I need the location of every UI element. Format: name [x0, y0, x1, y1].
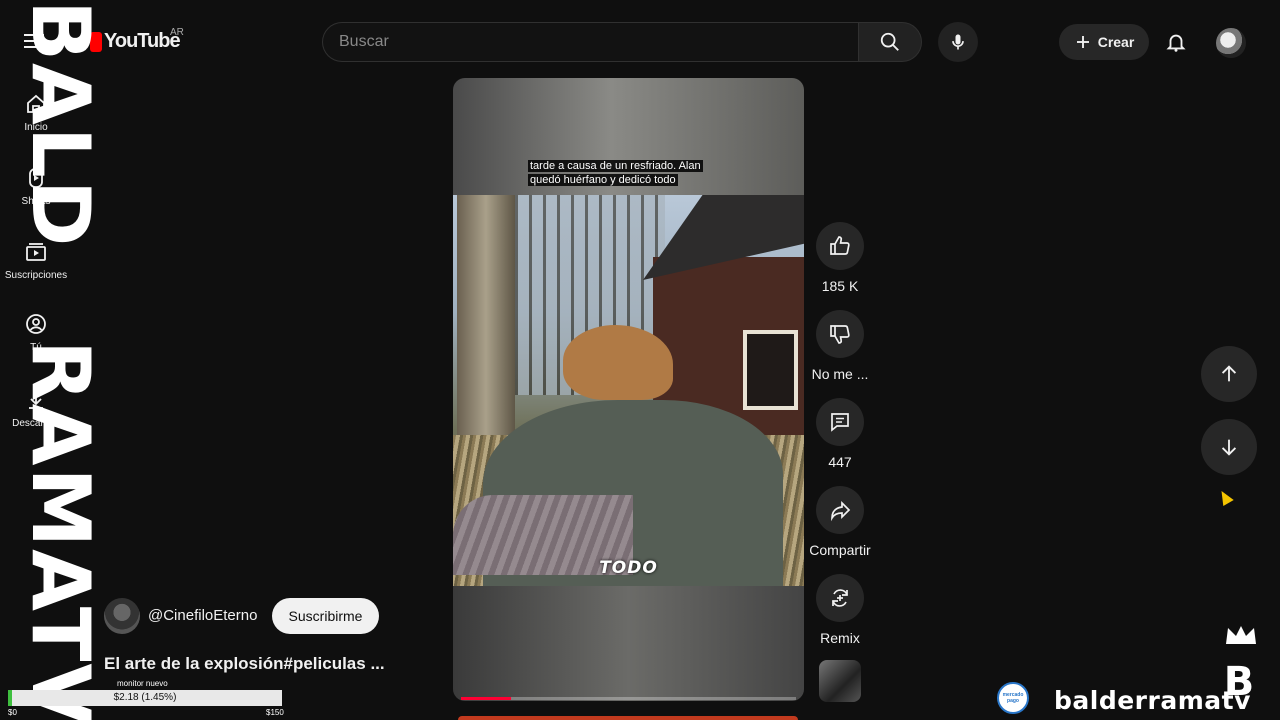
subscribe-button[interactable]: Suscribirme	[272, 598, 379, 634]
comment-count: 447	[828, 454, 852, 470]
mercado-pago-icon: mercado pago	[997, 682, 1029, 714]
search-input[interactable]	[322, 22, 858, 62]
remix-action[interactable]: Remix	[808, 574, 872, 646]
create-button[interactable]: Crear	[1059, 24, 1149, 60]
top-bar: YouTube AR Crear	[0, 0, 1280, 84]
share-button[interactable]	[816, 486, 864, 534]
short-video-player[interactable]: tarde a causa de un resfriado. Alan qued…	[453, 78, 804, 701]
dislike-action[interactable]: No me ...	[808, 310, 872, 382]
donation-max: $150	[266, 708, 284, 717]
like-count: 185 K	[821, 278, 859, 294]
share-action[interactable]: Compartir	[808, 486, 872, 558]
thumbs-up-icon	[830, 236, 850, 255]
dislike-button[interactable]	[816, 310, 864, 358]
remix-button[interactable]	[816, 574, 864, 622]
streamer-watermark-top: BALD	[14, 0, 107, 249]
arrow-down-icon	[1221, 439, 1237, 456]
share-arrow-icon	[831, 500, 851, 522]
share-label: Compartir	[809, 542, 871, 558]
bell-icon	[1166, 34, 1186, 52]
region-code: AR	[170, 27, 184, 38]
channel-handle[interactable]: @CinefiloEterno	[148, 607, 257, 624]
like-action[interactable]: 185 K	[808, 222, 872, 294]
logo-text: YouTube	[104, 30, 181, 52]
thumbs-down-icon	[830, 325, 850, 344]
streamer-watermark-bottom: RAMATV	[14, 340, 107, 720]
video-title[interactable]: El arte de la explosión#peliculas ...	[104, 654, 385, 674]
remix-label: Remix	[820, 630, 860, 646]
search-button[interactable]	[858, 22, 922, 62]
donation-goal-label: monitor nuevo	[117, 679, 168, 688]
comments-button[interactable]	[816, 398, 864, 446]
next-video-button[interactable]	[1201, 419, 1257, 475]
sidebar-item-label: Suscripciones	[4, 270, 68, 281]
search-bar	[322, 22, 922, 62]
video-frame	[453, 195, 804, 586]
donation-min: $0	[8, 708, 17, 717]
search-icon	[880, 32, 899, 51]
video-caption-top: tarde a causa de un resfriado. Alan qued…	[528, 159, 718, 187]
next-video-preview[interactable]	[458, 716, 798, 720]
comment-icon	[831, 413, 849, 432]
account-avatar[interactable]	[1216, 28, 1246, 58]
video-progress-fill	[461, 697, 512, 700]
video-progress-bar[interactable]	[461, 697, 796, 700]
arrow-up-icon	[1221, 365, 1237, 382]
mouse-cursor-icon	[1216, 487, 1234, 507]
caption-line-2: quedó huérfano y dedicó todo	[528, 174, 678, 186]
caption-line-1: tarde a causa de un resfriado. Alan	[528, 160, 703, 172]
microphone-icon	[952, 34, 964, 50]
previous-video-button[interactable]	[1201, 346, 1257, 402]
donation-amount: $2.18 (1.45%)	[113, 692, 177, 703]
video-caption-word: TODO	[599, 558, 658, 578]
user-circle-icon	[26, 314, 46, 334]
like-button[interactable]	[816, 222, 864, 270]
plus-icon	[1076, 36, 1089, 48]
channel-avatar[interactable]	[104, 598, 140, 634]
voice-search-button[interactable]	[938, 22, 978, 62]
house-window	[743, 330, 798, 410]
audio-thumbnail[interactable]	[819, 660, 861, 702]
youtube-shorts-page: YouTube AR Crear Inicio Shorts Suscripc	[0, 0, 1280, 720]
comments-action[interactable]: 447	[808, 398, 872, 470]
remix-icon	[832, 589, 848, 607]
create-label: Crear	[1097, 34, 1135, 50]
crown-icon	[1226, 626, 1256, 644]
notifications-button[interactable]	[1162, 28, 1190, 56]
man-cap	[563, 325, 673, 400]
dislike-label: No me ...	[811, 366, 869, 382]
tree-trunk	[457, 195, 515, 440]
streamer-handle: balderramatv	[1054, 686, 1251, 715]
blurred-frame-bottom	[453, 586, 804, 701]
